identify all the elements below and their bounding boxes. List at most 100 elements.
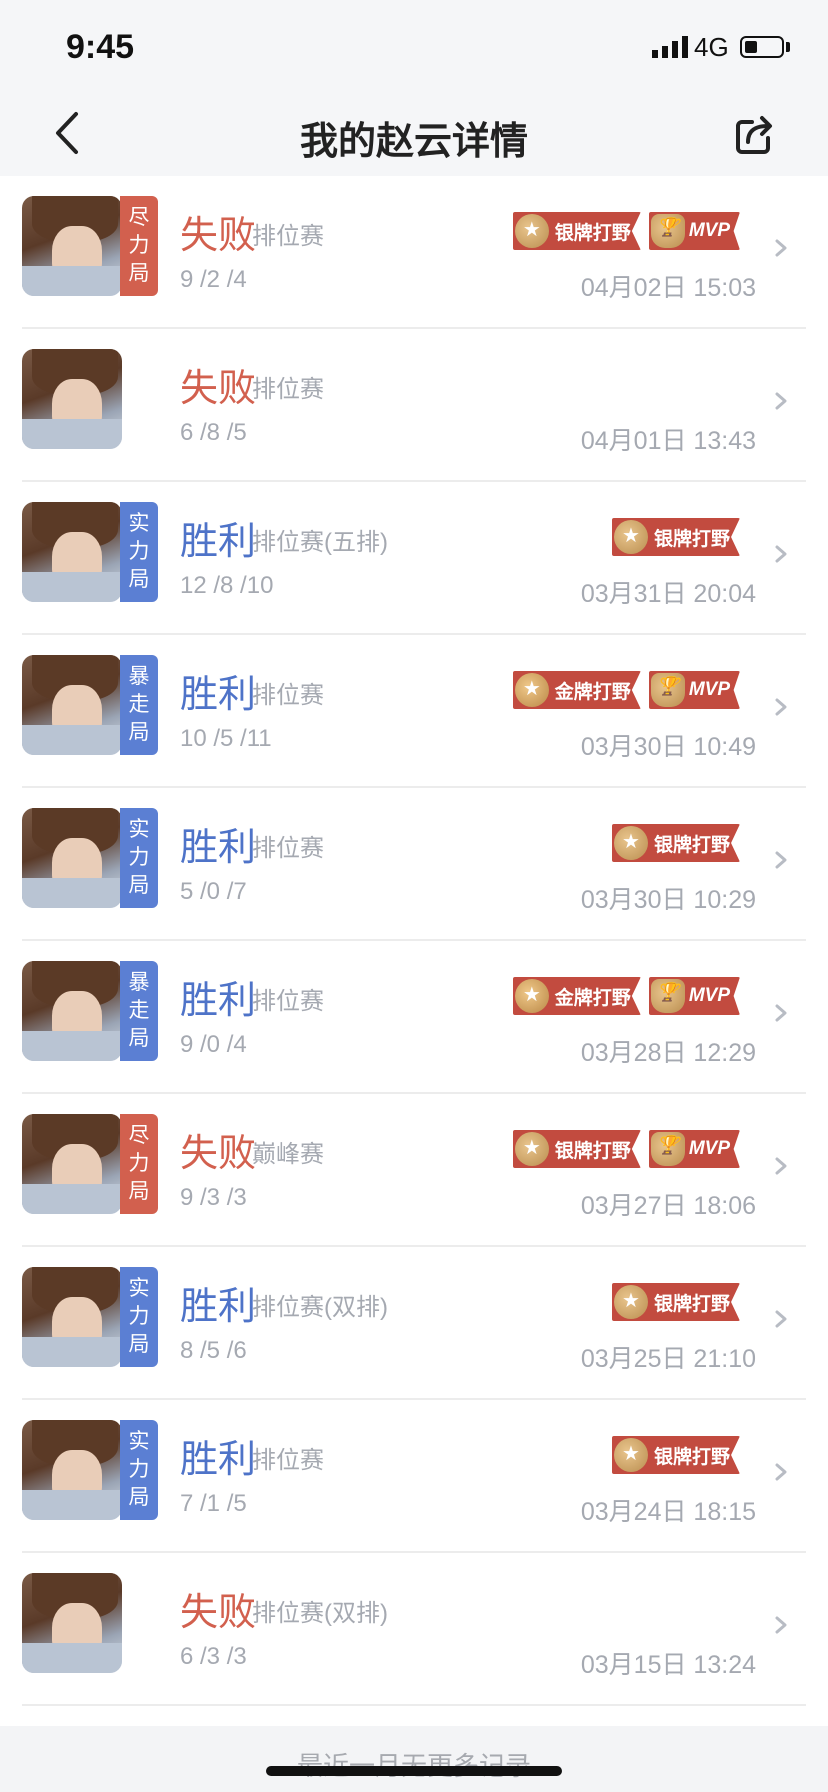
hero-avatar (22, 196, 122, 296)
medal-badge: 银牌打野 (512, 1130, 641, 1168)
badge-group: 银牌打野 (611, 518, 740, 564)
match-datetime: 03月30日 10:29 (580, 886, 756, 914)
match-mode: 排位赛(五排) (252, 529, 388, 556)
match-datetime: 04月02日 15:03 (580, 274, 756, 302)
hero-avatar (22, 655, 122, 755)
medal-badge: 金牌打野 (512, 977, 641, 1015)
hero-avatar (22, 1573, 122, 1673)
medal-badge: 金牌打野 (512, 671, 641, 709)
match-datetime: 04月01日 13:43 (580, 427, 756, 455)
mvp-badge: MVP (648, 1130, 740, 1168)
match-row[interactable]: 尽力局失败巅峰赛9 /3 /3 03月27日 18:06 银牌打野 MVP (22, 1094, 806, 1247)
mvp-badge: MVP (648, 977, 740, 1015)
match-mode: 巅峰赛 (252, 1141, 324, 1168)
badge-group: 金牌打野 MVP (512, 671, 740, 717)
home-indicator (266, 1766, 562, 1776)
match-result: 胜利 (180, 674, 257, 716)
hero-avatar (22, 1267, 122, 1367)
badge-group: 银牌打野 (611, 824, 740, 870)
medal-badge: 银牌打野 (611, 824, 740, 862)
medal-icon (613, 826, 648, 860)
performance-tag: 暴走局 (120, 961, 158, 1061)
match-result: 胜利 (180, 980, 257, 1022)
medal-icon (613, 1285, 648, 1319)
medal-icon (613, 520, 648, 554)
badge-group: 银牌打野 (611, 1436, 740, 1482)
match-datetime: 03月28日 12:29 (580, 1039, 756, 1067)
chevron-right-icon (775, 1463, 787, 1481)
kda: 10 /5 /11 (180, 725, 272, 752)
kda: 12 /8 /10 (180, 572, 274, 599)
cellular-signal-icon (652, 36, 688, 58)
match-row[interactable]: 失败 排位赛(双排) 6 /3 /3 03月15日 13:24 (22, 1553, 806, 1706)
mvp-badge: MVP (648, 212, 740, 250)
performance-tag: 实力局 (120, 502, 158, 602)
match-mode: 排位赛 (252, 682, 324, 709)
share-icon[interactable] (734, 112, 778, 156)
status-time: 9:45 (66, 28, 135, 66)
hero-avatar (22, 349, 122, 449)
medal-icon (514, 1132, 549, 1166)
match-result: 胜利 (180, 827, 257, 869)
footer: 最近一月无更多记录 (0, 1726, 828, 1792)
badge-label: 金牌打野 (554, 681, 631, 703)
match-row[interactable]: 实力局胜利排位赛(双排)8 /5 /6 03月25日 21:10 银牌打野 (22, 1247, 806, 1400)
badge-label: 金牌打野 (554, 987, 631, 1009)
medal-icon (514, 673, 549, 707)
match-result: 胜利 (180, 1439, 257, 1481)
medal-icon (514, 979, 549, 1013)
match-datetime: 03月24日 18:15 (580, 1498, 756, 1526)
chevron-right-icon (775, 1616, 787, 1634)
medal-icon (650, 1132, 685, 1166)
match-datetime: 03月15日 13:24 (580, 1651, 756, 1679)
hero-avatar (22, 808, 122, 908)
mvp-badge: MVP (648, 671, 740, 709)
badge-group: 银牌打野 MVP (512, 212, 740, 258)
performance-tag: 实力局 (120, 1420, 158, 1520)
performance-tag: 暴走局 (120, 655, 158, 755)
battery-cap (786, 42, 790, 52)
kda: 9 /2 /4 (180, 266, 247, 293)
badge-label: 银牌打野 (653, 1446, 730, 1468)
performance-tag: 尽力局 (120, 1114, 158, 1214)
medal-icon (650, 673, 685, 707)
match-row[interactable]: 失败 排位赛 6 /8 /5 04月01日 13:43 (22, 329, 806, 482)
kda: 9 /0 /4 (180, 1031, 247, 1058)
match-mode: 排位赛 (252, 376, 324, 403)
match-result: 失败 (180, 1133, 257, 1175)
match-mode: 排位赛(双排) (252, 1600, 388, 1627)
match-row[interactable]: 实力局胜利排位赛(五排) 12 /8 /10 03月31日 20:04 银牌打野 (22, 482, 806, 635)
badge-label: MVP (688, 679, 730, 700)
badge-label: 银牌打野 (653, 528, 730, 550)
match-mode: 排位赛 (252, 1447, 324, 1474)
match-row[interactable]: 实力局胜利排位赛7 /1 /5 03月24日 18:15 银牌打野 (22, 1400, 806, 1553)
badge-label: 银牌打野 (554, 222, 631, 244)
match-mode: 排位赛 (252, 988, 324, 1015)
match-result: 失败 (180, 368, 257, 410)
match-datetime: 03月27日 18:06 (580, 1192, 756, 1220)
match-result: 胜利 (180, 521, 257, 563)
medal-badge: 银牌打野 (611, 1283, 740, 1321)
performance-tag: 实力局 (120, 808, 158, 908)
nav-bar: 我的赵云详情 (0, 96, 828, 176)
hero-avatar (22, 1420, 122, 1520)
match-result: 失败 (180, 215, 257, 257)
badge-label: 银牌打野 (653, 834, 730, 856)
match-result: 胜利 (180, 1286, 257, 1328)
medal-icon (514, 214, 549, 248)
match-datetime: 03月31日 20:04 (580, 580, 756, 608)
match-mode: 排位赛 (252, 835, 324, 862)
hero-avatar (22, 502, 122, 602)
match-row[interactable]: 暴走局胜利排位赛 10 /5 /11 03月30日 10:49 金牌打野 MVP (22, 635, 806, 788)
medal-icon (650, 979, 685, 1013)
medal-badge: 银牌打野 (611, 1436, 740, 1474)
medal-badge: 银牌打野 (512, 212, 641, 250)
performance-tag: 实力局 (120, 1267, 158, 1367)
badge-label: 银牌打野 (554, 1140, 631, 1162)
badge-label: 银牌打野 (653, 1293, 730, 1315)
chevron-right-icon (775, 1157, 787, 1175)
match-row[interactable]: 暴走局胜利排位赛9 /0 /4 03月28日 12:29 金牌打野 MVP (22, 941, 806, 1094)
match-row[interactable]: 尽力局失败排位赛9 /2 /4 04月02日 15:03 银牌打野 MVP (22, 176, 806, 329)
match-row[interactable]: 实力局胜利排位赛5 /0 /7 03月30日 10:29 银牌打野 (22, 788, 806, 941)
badge-group: 银牌打野 MVP (512, 1130, 740, 1176)
